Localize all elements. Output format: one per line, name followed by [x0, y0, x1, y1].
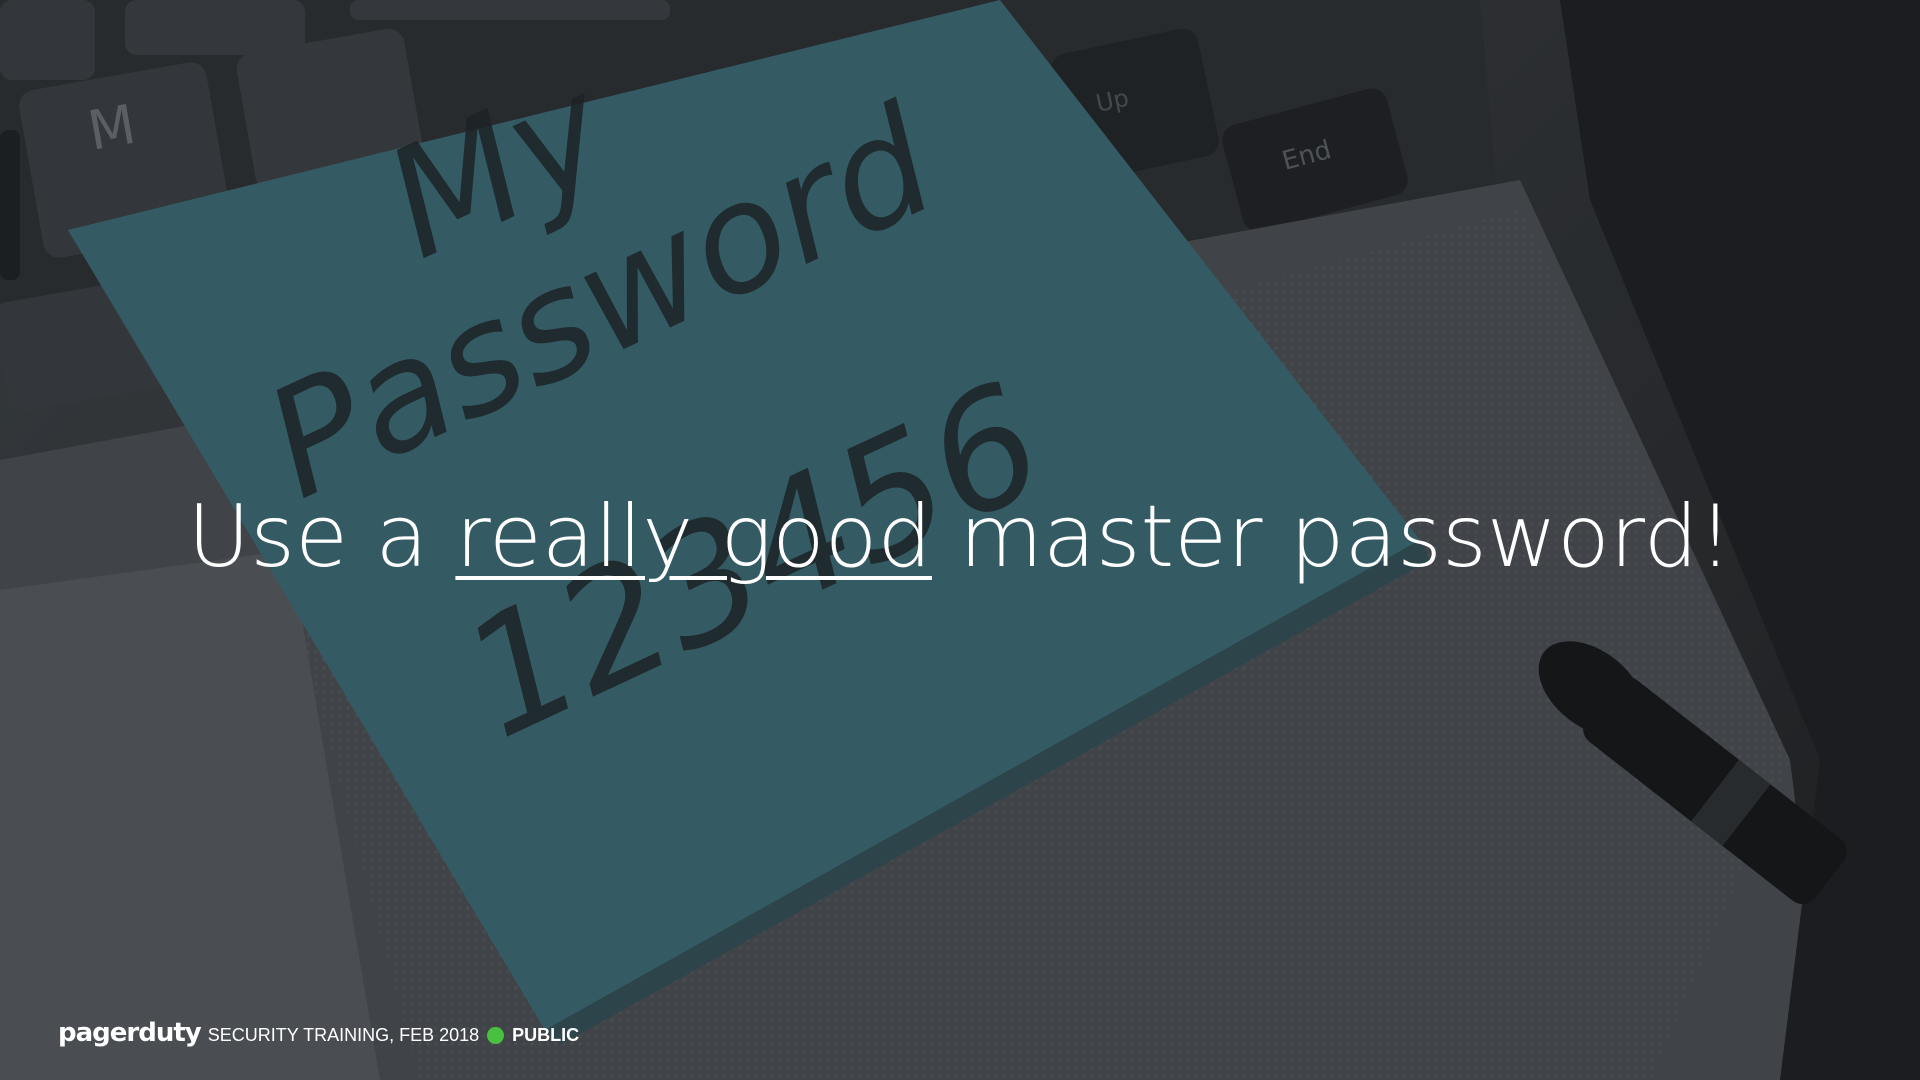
- footer-event: SECURITY TRAINING, FEB 2018: [207, 1024, 480, 1045]
- headline-before: Use a: [187, 487, 456, 587]
- headline-after: master password!: [931, 487, 1733, 587]
- classification-label: PUBLIC: [512, 1024, 580, 1045]
- headline-emphasis: really good: [455, 487, 932, 587]
- slide: M End Up My Password 123456 Use a really: [0, 0, 1920, 1080]
- headline: Use a really good master password!: [0, 482, 1920, 592]
- status-dot-icon: [487, 1026, 505, 1044]
- brand-logo: pagerduty: [58, 1018, 202, 1048]
- footer: pagerduty SECURITY TRAINING, FEB 2018 PU…: [58, 1018, 580, 1050]
